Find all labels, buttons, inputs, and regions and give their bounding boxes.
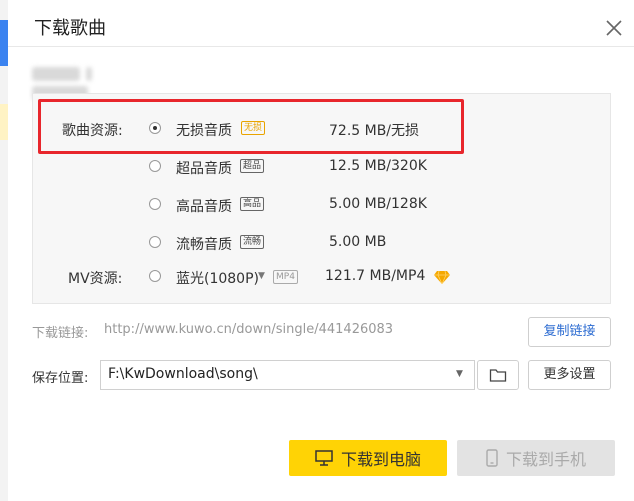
quality-name-smooth: 流畅音质 [176, 237, 232, 253]
browse-folder-button[interactable] [477, 360, 519, 390]
quality-size-high: 5.00 MB/128K [329, 196, 427, 212]
mv-option-bluray[interactable] [149, 270, 161, 282]
song-name-blurred [32, 63, 156, 100]
download-to-phone-button[interactable]: 下载到手机 [457, 440, 615, 476]
quality-tag-high: 高品 [240, 197, 265, 211]
quality-tag-smooth: 流畅 [240, 235, 265, 249]
monitor-icon [315, 450, 333, 466]
folder-icon [489, 369, 507, 382]
mv-format-tag: MP4 [273, 270, 298, 284]
selection-highlight-box [38, 99, 464, 154]
more-settings-button[interactable]: 更多设置 [528, 360, 611, 390]
mv-dropdown-arrow-icon[interactable]: ▼ [258, 271, 265, 281]
background-app-notice [0, 104, 8, 140]
mv-source-label: MV资源: [68, 271, 123, 287]
quality-option-high[interactable] [149, 198, 161, 210]
download-link-label: 下载链接: [32, 326, 89, 341]
download-to-pc-button[interactable]: 下载到电脑 [289, 440, 447, 476]
radio-mv[interactable] [149, 270, 161, 282]
quality-name-high: 高品音质 [176, 199, 232, 215]
close-icon[interactable] [604, 18, 624, 38]
save-path-value: F:\KwDownload\song\ [108, 366, 258, 382]
background-app-accent [0, 20, 8, 66]
copy-link-button[interactable]: 复制链接 [528, 317, 611, 347]
save-location-label: 保存位置: [32, 371, 89, 386]
phone-icon [486, 449, 498, 467]
vip-diamond-icon [434, 269, 450, 285]
download-to-phone-label: 下载到手机 [505, 450, 586, 469]
background-app-edge [0, 0, 8, 501]
mv-quality-name[interactable]: 蓝光(1080P) [176, 268, 259, 288]
quality-name-super: 超品音质 [176, 161, 232, 177]
quality-option-super[interactable] [149, 160, 161, 172]
mv-size: 121.7 MB/MP4 [325, 268, 426, 284]
download-link-url: http://www.kuwo.cn/down/single/441426083 [104, 322, 394, 337]
title-divider [8, 46, 634, 47]
quality-option-smooth[interactable] [149, 236, 161, 248]
quality-tag-super: 超品 [240, 159, 265, 173]
dialog-title: 下载歌曲 [34, 18, 106, 39]
radio-high[interactable] [149, 198, 161, 210]
quality-size-smooth: 5.00 MB [329, 234, 387, 250]
radio-super[interactable] [149, 160, 161, 172]
radio-smooth[interactable] [149, 236, 161, 248]
quality-size-super: 12.5 MB/320K [329, 158, 427, 174]
download-to-pc-label: 下载到电脑 [340, 450, 421, 469]
chevron-down-icon[interactable]: ▼ [456, 369, 463, 379]
